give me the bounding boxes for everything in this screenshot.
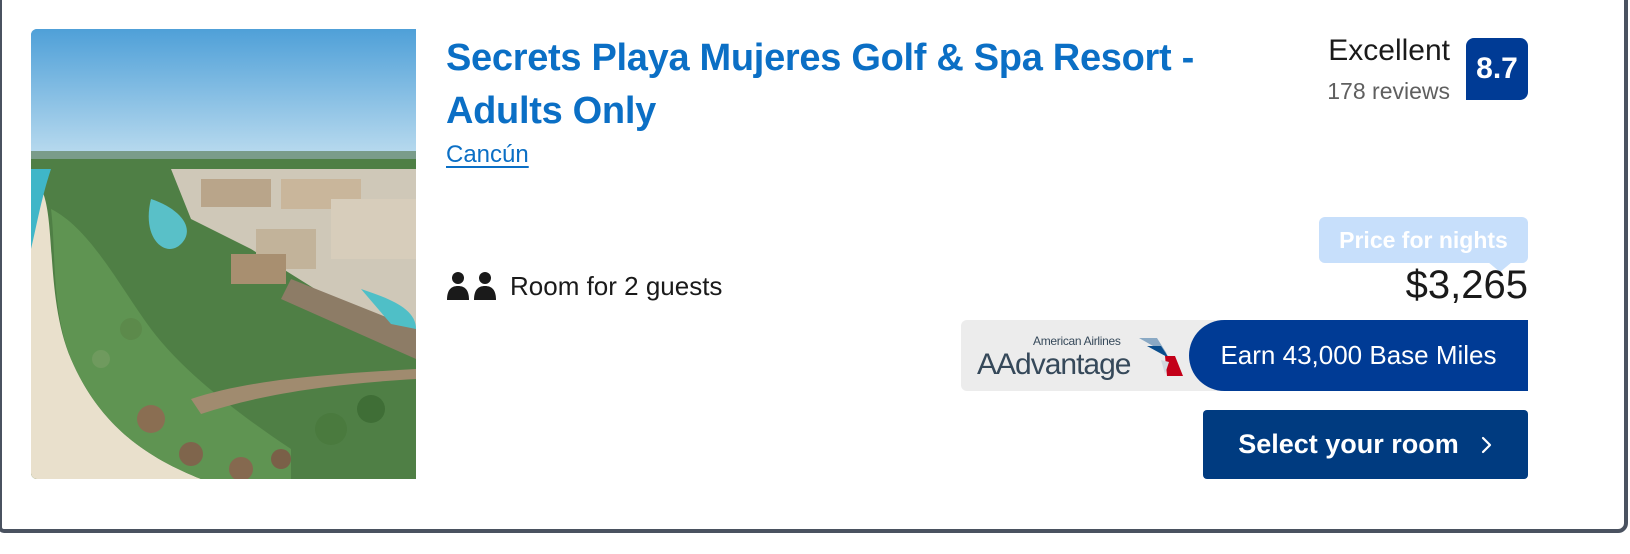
occupancy-info: Room for 2 guests [446, 266, 722, 306]
american-airlines-eagle-icon [1139, 338, 1183, 376]
resort-aerial-image [31, 29, 416, 479]
two-people-icon [447, 272, 496, 300]
loyalty-miles-banner: American Airlines AAdvantage Earn 43,000… [961, 320, 1528, 391]
location-link[interactable]: Cancún [446, 140, 529, 170]
select-room-button[interactable]: Select your room [1203, 410, 1528, 479]
price-for-nights-label: Price for nights [1319, 217, 1528, 263]
aadvantage-logo: American Airlines AAdvantage [977, 330, 1187, 382]
aa-brand-big: AAdvantage [977, 348, 1131, 381]
chevron-right-icon [1481, 436, 1491, 453]
occupancy-text: Room for 2 guests [510, 270, 723, 301]
aa-brand-small: American Airlines [1033, 334, 1121, 348]
hotel-name-link[interactable]: Secrets Playa Mujeres Golf & Spa Resort … [446, 32, 1246, 138]
select-room-label: Select your room [1238, 429, 1459, 459]
review-count[interactable]: 178 reviews [1327, 78, 1450, 105]
earn-miles-pill: Earn 43,000 Base Miles [1189, 320, 1528, 391]
price-amount: $3,265 [1405, 263, 1528, 307]
hotel-photo[interactable] [31, 29, 416, 479]
review-score-badge: 8.7 [1466, 38, 1528, 100]
rating-label: Excellent [1328, 34, 1450, 67]
